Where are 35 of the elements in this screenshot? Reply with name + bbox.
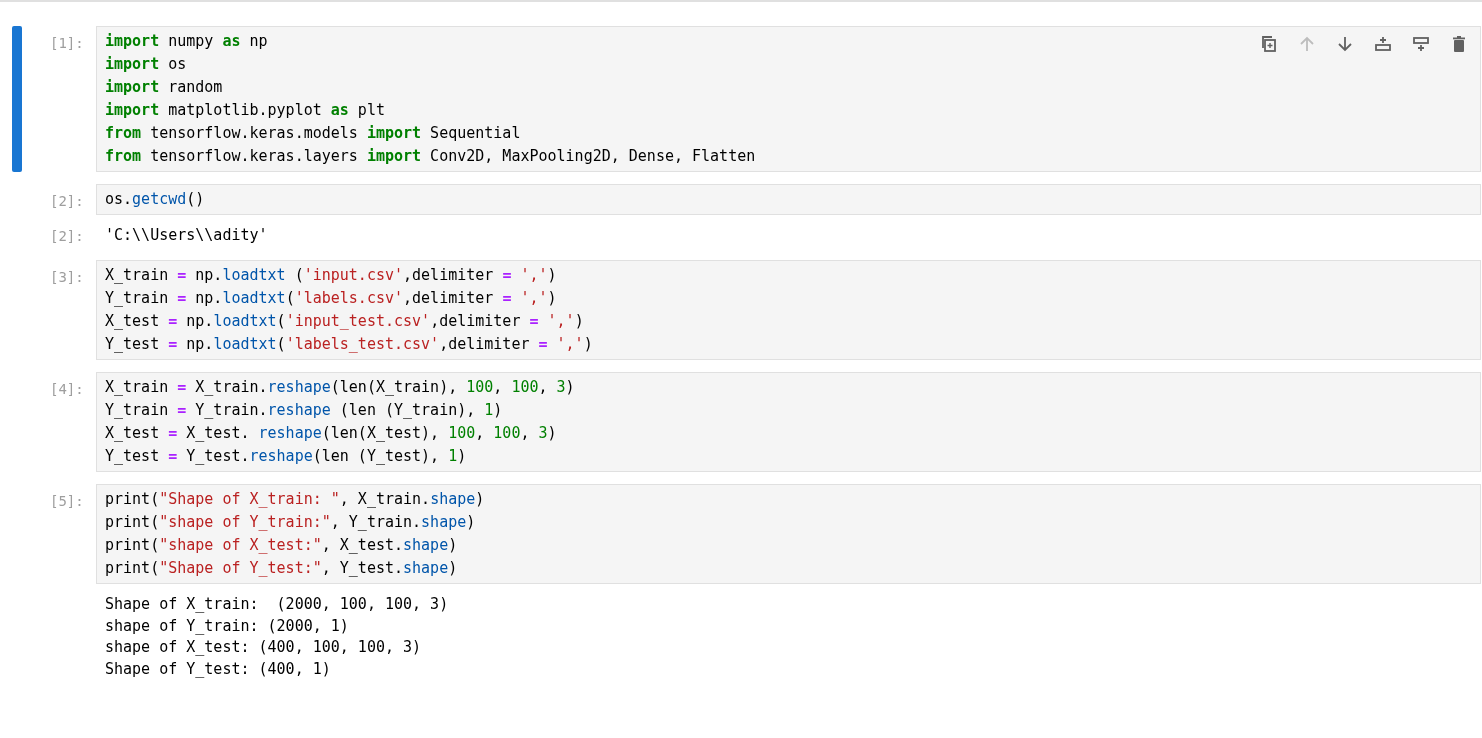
input-prompt: [2]: xyxy=(50,192,85,211)
code-cell[interactable]: print("Shape of X_train: ", X_train.shape) print("shape of Y_train:", Y_train.shape) print("shape of X_test:", X_test.shape) print("Shape of Y_test:", Y_test.shape) xyxy=(96,484,1481,584)
code-line: import random xyxy=(105,77,223,98)
code-line: print("shape of X_test:", X_test.shape) xyxy=(105,535,458,556)
input-prompt: [1]: xyxy=(50,34,85,53)
code-line: Y_train = np.loadtxt('labels.csv',delimiter = ',') xyxy=(105,288,557,309)
input-prompt: [3]: xyxy=(50,268,85,287)
code-cell[interactable]: X_train = X_train.reshape(len(X_train), 100, 100, 3) Y_train = Y_train.reshape (len (Y_train), 1) X_test = X_test. reshape(len(X_test), 100, 100, 3) Y_test = Y_test.reshape(len (Y_test), 1) xyxy=(96,372,1481,472)
code-line: import numpy as np xyxy=(105,31,268,52)
code-line: X_test = np.loadtxt('input_test.csv',delimiter = ',') xyxy=(105,311,584,332)
code-line: X_train = np.loadtxt ('input.csv',delimiter = ',') xyxy=(105,265,557,286)
output-line: shape of Y_train: (2000, 1) xyxy=(105,615,349,637)
output-line: shape of X_test: (400, 100, 100, 3) xyxy=(105,637,422,658)
code-cell[interactable] xyxy=(96,260,1481,360)
code-line: from tensorflow.keras.models import Sequential xyxy=(105,123,521,144)
output-line: 'C:\\Users\\adity' xyxy=(105,225,268,246)
code-line: import os xyxy=(105,54,187,75)
code-line: os.getcwd() xyxy=(105,189,205,210)
code-cell[interactable]: os.getcwd() xyxy=(96,184,1481,215)
code-line: print("shape of Y_train:", Y_train.shape) xyxy=(105,512,476,533)
output-prompt: [2]: xyxy=(50,227,85,246)
code-line: Y_test = np.loadtxt('labels_test.csv',delimiter = ',') xyxy=(105,334,593,355)
code-line: Y_train = Y_train.reshape (len (Y_train), 1) xyxy=(105,400,503,421)
code-line: X_test = X_test. reshape(len(X_test), 100, 100, 3) xyxy=(105,423,557,444)
output-line: Shape of Y_test: (400, 1) xyxy=(105,658,331,680)
code-cell[interactable]: import numpy as np import os import random import matplotlib.pyplot as plt from tensorflow.keras.models import Sequential from tensorflow.keras.layers import Conv2D, MaxPooling2D, Dense, Flatten xyxy=(96,26,1481,172)
code-line: print("Shape of Y_test:", Y_test.shape) xyxy=(105,558,458,579)
input-prompt: [5]: xyxy=(50,492,85,511)
code-line: print("Shape of X_train: ", X_train.shape) xyxy=(105,489,485,510)
code-line: Y_test = Y_test.reshape(len (Y_test), 1) xyxy=(105,446,467,467)
code-line: import matplotlib.pyplot as plt xyxy=(105,100,385,121)
input-prompt: [4]: xyxy=(50,380,85,399)
code-line: from tensorflow.keras.layers import Conv2D, MaxPooling2D, Dense, Flatten xyxy=(105,146,756,167)
output-line: Shape of X_train: (2000, 100, 100, 3) xyxy=(105,594,449,615)
code-line: X_train = X_train.reshape(len(X_train), 100, 100, 3) xyxy=(105,377,575,398)
